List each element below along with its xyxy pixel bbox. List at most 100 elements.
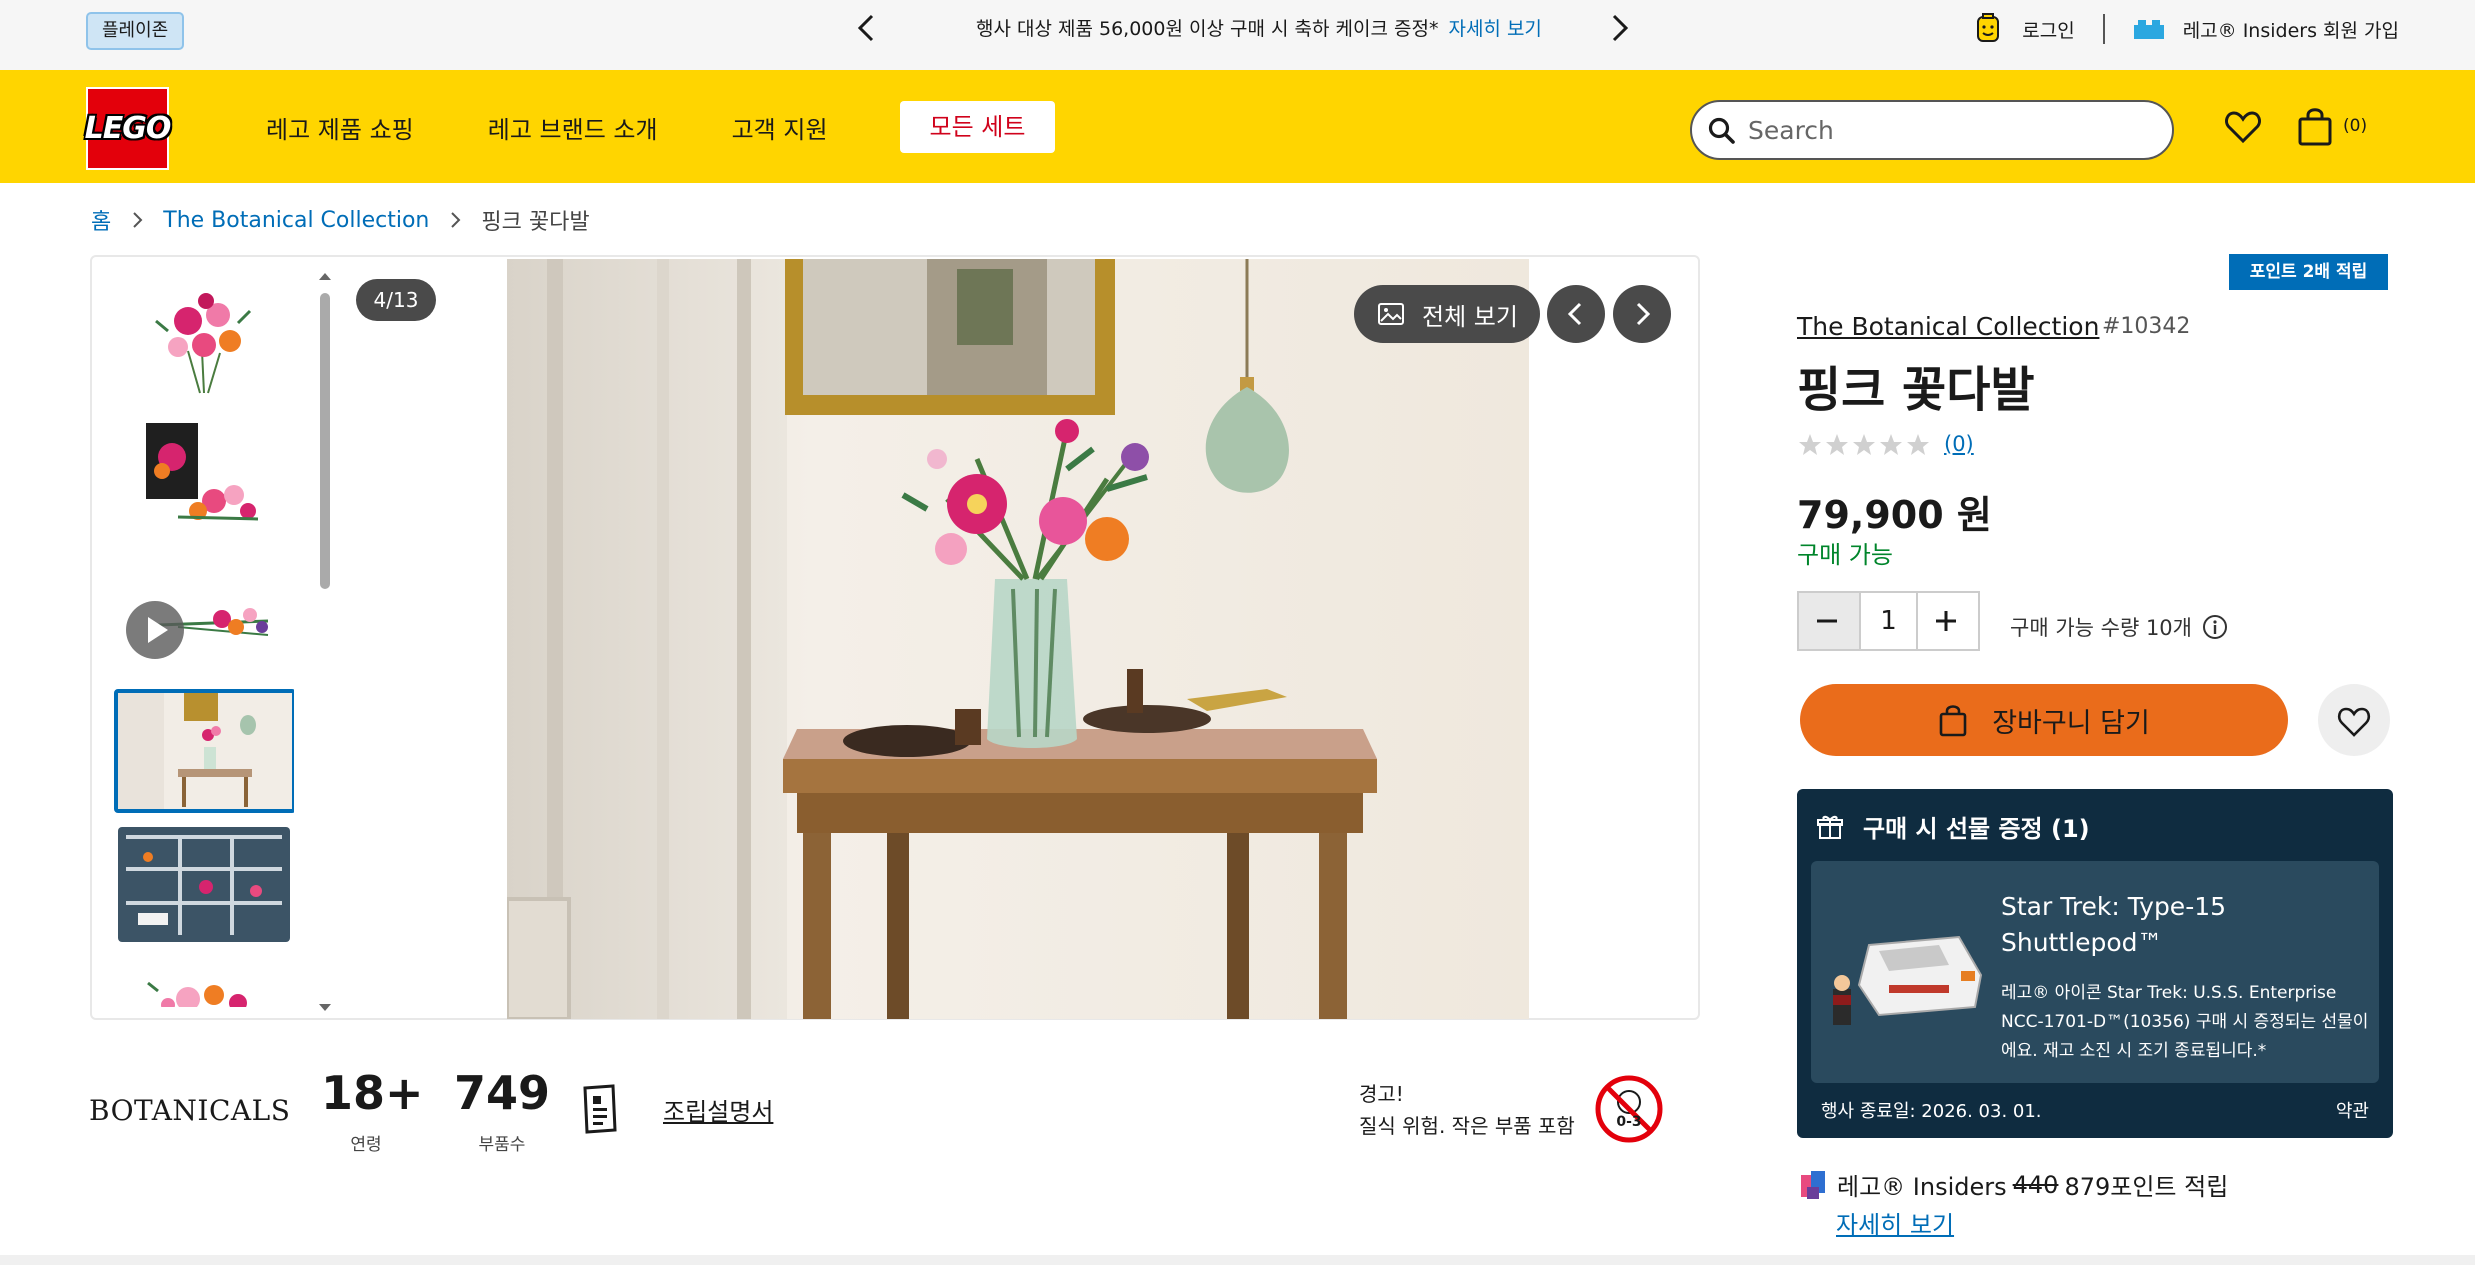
nav-support[interactable]: 고객 지원 bbox=[732, 110, 828, 145]
nav-shop[interactable]: 레고 제품 쇼핑 bbox=[266, 110, 414, 145]
breadcrumb-collection[interactable]: The Botanical Collection bbox=[163, 208, 429, 233]
thumbnail-1[interactable] bbox=[118, 281, 290, 396]
warning-icon-text: 0-3 bbox=[1616, 1114, 1641, 1130]
promo-details-link[interactable]: 자세히 보기 bbox=[1448, 18, 1541, 40]
instructions-link[interactable]: 조립설명서 bbox=[663, 1092, 773, 1127]
add-to-bag-button[interactable]: 장바구니 담기 bbox=[1800, 684, 2288, 756]
thumbnail-3-video[interactable] bbox=[118, 555, 290, 670]
product-price: 79,900 원 bbox=[1797, 493, 1992, 537]
promo-prev-arrow-icon[interactable] bbox=[850, 10, 886, 46]
gift-description: 레고® 아이콘 Star Trek: U.S.S. Enterprise NCC… bbox=[2001, 983, 2369, 1061]
gift-icon bbox=[1817, 815, 1843, 839]
warning-body: 질식 위험. 작은 부품 포함 bbox=[1359, 1114, 1575, 1138]
add-to-bag-label: 장바구니 담기 bbox=[1992, 707, 2150, 739]
choking-warning: 경고! 질식 위험. 작은 부품 포함 bbox=[1359, 1078, 1575, 1142]
chevron-right-icon bbox=[1636, 302, 1651, 326]
thumbnail-list[interactable] bbox=[114, 277, 294, 1007]
warning-title: 경고! bbox=[1359, 1082, 1404, 1106]
plus-icon bbox=[1936, 611, 1956, 631]
insiders-points: 레고® Insiders 440 879포인트 적립 bbox=[1797, 1167, 2228, 1202]
lego-logo[interactable]: LEGO bbox=[84, 87, 172, 170]
gift-name: Star Trek: Type-15 Shuttlepod™ bbox=[2001, 892, 2227, 957]
thumbnail-2[interactable] bbox=[118, 419, 290, 534]
insiders-icon bbox=[1801, 1170, 1825, 1199]
login-link[interactable]: 로그인 bbox=[2022, 16, 2074, 43]
gift-heading: 구매 시 선물 증정 (1) bbox=[1817, 809, 2090, 844]
quantity-increase-button[interactable] bbox=[1918, 593, 1978, 649]
product-title: 핑크 꽃다발 bbox=[1797, 362, 2035, 418]
insiders-new-points: 879포인트 적립 bbox=[2064, 1173, 2229, 1201]
rating-stars bbox=[1797, 432, 1932, 458]
nav-brand[interactable]: 레고 브랜드 소개 bbox=[488, 110, 658, 145]
info-icon[interactable] bbox=[2202, 614, 2228, 640]
thumbnail-scrollbar[interactable] bbox=[314, 265, 332, 1017]
breadcrumb-current: 핑크 꽃다발 bbox=[481, 210, 590, 235]
quantity-decrease-button[interactable] bbox=[1799, 593, 1859, 649]
gift-end-date: 행사 종료일: 2026. 03. 01. bbox=[1821, 1101, 2042, 1122]
wishlist-heart-icon[interactable] bbox=[2224, 108, 2262, 146]
insiders-join-link[interactable]: 레고® Insiders 회원 가입 bbox=[2183, 16, 2399, 43]
insiders-more-link[interactable]: 자세히 보기 bbox=[1836, 1205, 1954, 1240]
quantity-stepper: 1 bbox=[1797, 591, 1980, 651]
product-gallery: 4/13 전체 보기 bbox=[90, 255, 1700, 1020]
product-collection-link[interactable]: The Botanical Collection bbox=[1797, 312, 2099, 341]
gallery-next-button[interactable] bbox=[1613, 285, 1671, 343]
promo-bar: 플레이존 행사 대상 제품 56,000원 이상 구매 시 축하 케이크 증정*… bbox=[0, 0, 2475, 70]
purchase-limit: 구매 가능 수량 10개 bbox=[2010, 612, 2228, 642]
video-play-icon[interactable] bbox=[126, 601, 184, 659]
pieces-label: 부품수 bbox=[478, 1135, 526, 1155]
thumbnail-5[interactable] bbox=[118, 827, 290, 942]
promo-next-arrow-icon[interactable] bbox=[1600, 10, 1636, 46]
main-product-image[interactable] bbox=[507, 259, 1529, 1019]
thumbnail-6[interactable] bbox=[118, 965, 290, 1007]
instructions-icon bbox=[583, 1084, 617, 1134]
all-sets-button[interactable]: 모든 세트 bbox=[900, 101, 1055, 153]
scrollbar-thumb[interactable] bbox=[320, 293, 330, 589]
scroll-up-arrow-icon[interactable] bbox=[318, 271, 332, 281]
quantity-value[interactable]: 1 bbox=[1859, 593, 1918, 649]
rating-count-link[interactable]: (0) bbox=[1944, 432, 1974, 456]
star-icon bbox=[1826, 434, 1848, 455]
product-specs: BOTANICALS 18+ 연령 749 부품수 조립설명서 경고! 질식 위… bbox=[89, 1066, 1709, 1166]
star-icon bbox=[1853, 434, 1875, 455]
divider bbox=[2102, 14, 2105, 44]
search-bar bbox=[1690, 100, 2174, 160]
scroll-down-arrow-icon[interactable] bbox=[318, 1003, 332, 1013]
page-bottom-strip bbox=[0, 1255, 2475, 1265]
breadcrumb-home[interactable]: 홈 bbox=[91, 204, 111, 236]
image-icon bbox=[1378, 303, 1404, 325]
age-warning-icon: 0-3 bbox=[1595, 1075, 1663, 1143]
item-number: #10342 bbox=[2102, 314, 2191, 339]
chevron-right-icon bbox=[451, 212, 461, 228]
heart-icon bbox=[2337, 707, 2371, 737]
availability-status: 구매 가능 bbox=[1797, 541, 1893, 569]
gallery-prev-button[interactable] bbox=[1547, 285, 1605, 343]
star-icon bbox=[1880, 434, 1902, 455]
full-view-button[interactable]: 전체 보기 bbox=[1354, 285, 1540, 343]
breadcrumb: 홈 The Botanical Collection 핑크 꽃다발 bbox=[91, 204, 590, 236]
insiders-label: 레고® Insiders bbox=[1837, 1173, 2007, 1201]
age-value: 18+ bbox=[321, 1066, 424, 1120]
main-header: LEGO 레고 제품 쇼핑 레고 브랜드 소개 고객 지원 모든 세트 (0) bbox=[0, 70, 2475, 183]
age-label: 연령 bbox=[350, 1135, 382, 1155]
shopping-bag-icon[interactable] bbox=[2297, 106, 2333, 146]
bag-count: (0) bbox=[2343, 116, 2368, 136]
gift-terms-link[interactable]: 약관 bbox=[2336, 1097, 2369, 1123]
search-icon[interactable] bbox=[1706, 115, 1738, 147]
shuttlepod-image bbox=[1833, 935, 1983, 1025]
playzone-button[interactable]: 플레이존 bbox=[86, 12, 185, 50]
minifig-head-icon bbox=[1977, 13, 2000, 42]
chevron-right-icon bbox=[133, 212, 143, 228]
promo-message-text: 행사 대상 제품 56,000원 이상 구매 시 축하 케이크 증정* bbox=[976, 18, 1439, 40]
minus-icon bbox=[1817, 619, 1837, 623]
main-nav: 레고 제품 쇼핑 레고 브랜드 소개 고객 지원 bbox=[266, 110, 902, 145]
account-links: 로그인 레고® Insiders 회원 가입 bbox=[1972, 12, 2399, 46]
thumbnail-4-active[interactable] bbox=[114, 689, 294, 813]
search-input[interactable] bbox=[1748, 110, 2148, 150]
star-icon bbox=[1799, 434, 1821, 455]
botanicals-logo: BOTANICALS bbox=[89, 1094, 291, 1127]
full-view-label: 전체 보기 bbox=[1422, 302, 1518, 331]
add-to-wishlist-button[interactable] bbox=[2318, 684, 2390, 756]
logo-text: LEGO bbox=[84, 111, 172, 146]
image-counter: 4/13 bbox=[356, 279, 436, 321]
